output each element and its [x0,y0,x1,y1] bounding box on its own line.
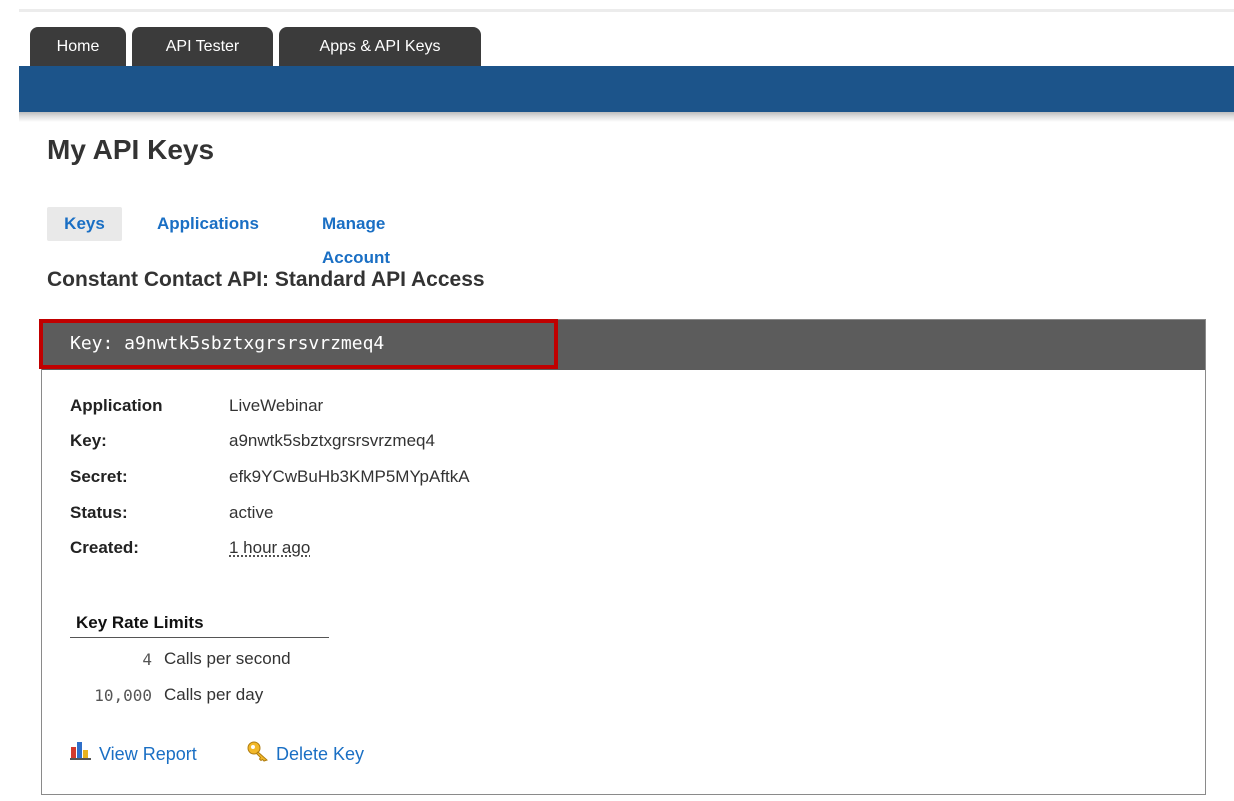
bar-chart-icon[interactable] [70,740,92,765]
created-value: 1 hour ago [229,538,311,557]
nav-bar [19,66,1234,112]
subnav-manage-account[interactable]: Manage Account [322,207,390,267]
rate-limits-divider [70,637,329,638]
section-title: Constant Contact API: Standard API Acces… [47,268,485,291]
page-title: My API Keys [47,134,215,165]
tab-api-tester[interactable]: API Tester [132,27,273,67]
application-value: LiveWebinar [229,396,324,415]
nav-shadow [19,112,1234,122]
tab-apps-api-keys[interactable]: Apps & API Keys [279,27,481,67]
application-label: Application [70,396,163,415]
status-value: active [229,503,274,522]
rate-per-second-unit: Calls per second [164,649,291,668]
view-report-link[interactable]: View Report [99,744,197,765]
subnav-keys[interactable]: Keys [47,207,122,241]
rate-per-day-unit: Calls per day [164,685,264,704]
key-icon[interactable] [246,740,270,767]
key-value: a9nwtk5sbztxgrsrsvrzmeq4 [229,431,435,450]
key-label: Key: [70,431,107,450]
status-label: Status: [70,503,128,522]
key-header-text: Key: a9nwtk5sbztxgrsrsvrzmeq4 [70,333,385,354]
secret-label: Secret: [70,467,128,486]
rate-per-day-value: 10,000 [94,686,152,705]
secret-value: efk9YCwBuHb3KMP5MYpAftkA [229,467,470,486]
top-divider [19,9,1234,12]
subnav-applications[interactable]: Applications [157,207,259,241]
key-panel-header: Key: a9nwtk5sbztxgrsrsvrzmeq4 [42,320,1205,370]
rate-per-second-value: 4 [142,650,152,669]
tab-home[interactable]: Home [30,27,126,67]
created-label: Created: [70,538,139,557]
key-panel: Key: a9nwtk5sbztxgrsrsvrzmeq4 [41,319,1206,795]
rate-limits-title: Key Rate Limits [76,613,204,632]
delete-key-link[interactable]: Delete Key [276,744,364,765]
